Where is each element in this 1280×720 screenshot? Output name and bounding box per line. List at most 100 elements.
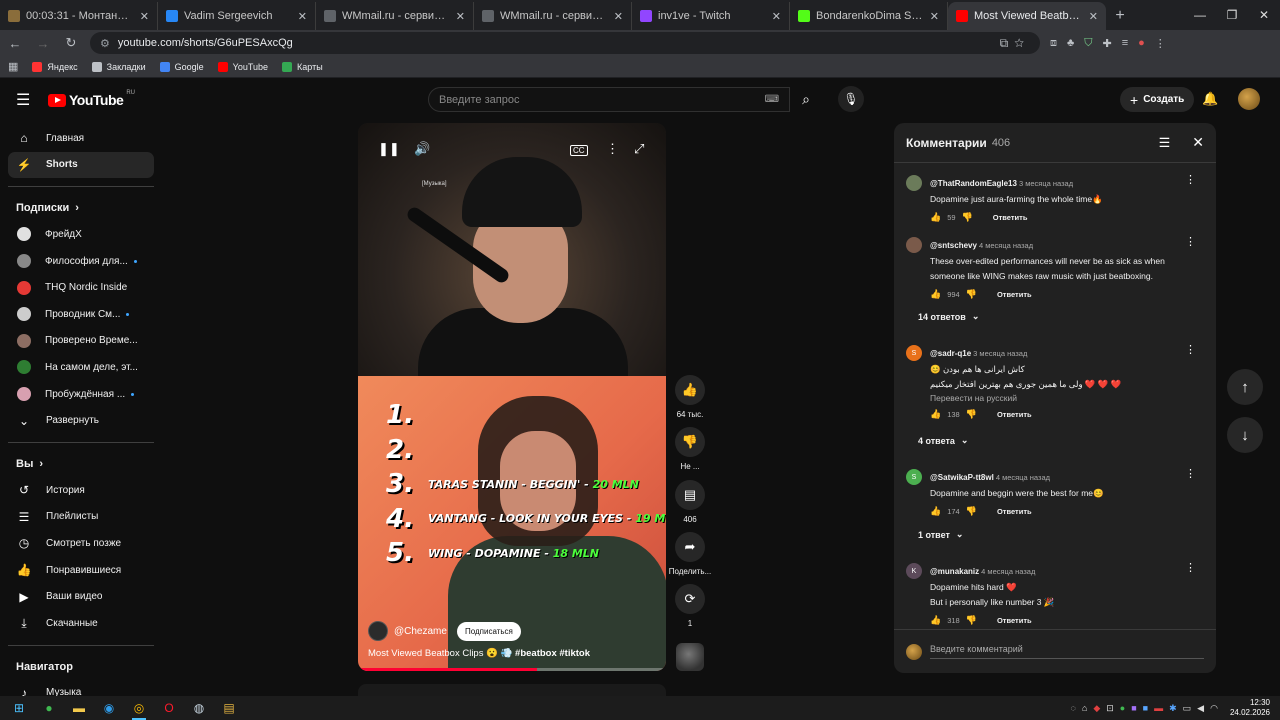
forward-icon[interactable]: →: [34, 36, 52, 51]
browser-tab[interactable]: Vadim Sergeevich ✕: [158, 2, 316, 30]
comments-button[interactable]: ▤: [675, 479, 705, 510]
thumbs-down-icon[interactable]: 👎: [962, 212, 973, 223]
tray-blue-icon[interactable]: ■: [1143, 703, 1148, 713]
translate-link[interactable]: Перевести на русский: [930, 393, 1196, 403]
tab-close-icon[interactable]: ✕: [614, 10, 623, 23]
sidebar-item[interactable]: ◷ Смотреть позже: [8, 530, 154, 557]
bookmark-item[interactable]: Яндекс: [32, 61, 78, 72]
profile-icon[interactable]: ●: [1138, 37, 1145, 50]
comment-time[interactable]: 4 месяца назад: [981, 567, 1035, 576]
captions-icon[interactable]: CC: [570, 145, 588, 156]
like-button[interactable]: 👍: [675, 375, 705, 405]
remix-button[interactable]: ⟳: [675, 584, 705, 615]
comment-time[interactable]: 4 месяца назад: [979, 241, 1033, 250]
shield-extension-icon[interactable]: ⛉: [1084, 37, 1092, 50]
sidebar-item[interactable]: ▶ Ваши видео: [8, 583, 154, 610]
account-avatar[interactable]: [1238, 88, 1260, 110]
subscription-item[interactable]: Проводник См...: [8, 301, 154, 328]
display-icon[interactable]: ▭: [1183, 703, 1192, 714]
extension-icon[interactable]: ♣: [1067, 37, 1074, 50]
sidebar-item[interactable]: ↺ История: [8, 477, 154, 504]
volume-tray-icon[interactable]: ◀: [1197, 703, 1204, 714]
comment-input[interactable]: Введите комментарий: [930, 644, 1204, 659]
bookmark-star-icon[interactable]: ☆: [1014, 36, 1030, 50]
url-text[interactable]: youtube.com/shorts/G6uPESAxcQg: [118, 37, 992, 49]
comment-author[interactable]: @munakaniz: [930, 567, 979, 576]
thumbs-up-icon[interactable]: 👍: [930, 409, 941, 420]
commenter-avatar[interactable]: [906, 175, 922, 191]
dislike-button[interactable]: 👎: [675, 427, 705, 458]
thumbs-down-icon[interactable]: 👎: [966, 409, 977, 420]
commenter-avatar[interactable]: K: [906, 563, 922, 579]
comment-more-icon[interactable]: ⋮: [1185, 561, 1196, 574]
tab-close-icon[interactable]: ✕: [456, 10, 465, 23]
app-green-icon[interactable]: ●: [34, 696, 64, 720]
you-heading[interactable]: Вы ›: [8, 451, 154, 477]
comment-more-icon[interactable]: ⋮: [1185, 467, 1196, 480]
tab-close-icon[interactable]: ✕: [140, 10, 149, 23]
fullscreen-icon[interactable]: ⤢: [634, 141, 644, 157]
edge-icon[interactable]: ◉: [94, 696, 124, 720]
view-replies-button[interactable]: 4 ответа ⌄: [904, 431, 982, 450]
app-layers-icon[interactable]: ▤: [214, 696, 244, 720]
thumbs-up-icon[interactable]: 👍: [930, 289, 941, 300]
subscription-item[interactable]: На самом деле, эт...: [8, 354, 154, 381]
minimize-icon[interactable]: —: [1184, 0, 1216, 30]
tray-network-icon[interactable]: ⊡: [1106, 703, 1114, 714]
site-info-icon[interactable]: ⚙: [100, 37, 110, 50]
system-clock[interactable]: 12:30 24.02.2026: [1230, 698, 1270, 718]
volume-icon[interactable]: 🔊: [414, 141, 430, 157]
subscription-item[interactable]: Философия для...: [8, 248, 154, 275]
tray-green-icon[interactable]: ●: [1120, 703, 1125, 713]
channel-avatar[interactable]: [368, 621, 388, 641]
thumbs-down-icon[interactable]: 👎: [966, 289, 977, 300]
keyboard-icon[interactable]: ⌨: [765, 94, 779, 105]
comments-list[interactable]: @ThatRandomEagle13 3 месяца назад Dopamine…: [894, 165, 1216, 629]
chrome-icon[interactable]: ◎: [124, 696, 154, 720]
translate-extension-icon[interactable]: ⧈: [1050, 37, 1057, 50]
tab-close-icon[interactable]: ✕: [772, 10, 781, 23]
comment-time[interactable]: 3 месяца назад: [1019, 179, 1073, 188]
shorts-video-player[interactable]: ❚❚ 🔊 [Музыка] CC ⋮ ⤢ 1. 2. 3. TARAS STANIN …: [358, 123, 666, 671]
reply-button[interactable]: Ответить: [997, 507, 1032, 516]
thumbs-up-icon[interactable]: 👍: [930, 615, 941, 626]
more-options-icon[interactable]: ⋮: [606, 141, 619, 157]
language-flag-icon[interactable]: ▬: [1154, 703, 1163, 713]
browser-tab[interactable]: Most Viewed Beatbox Clips ✕: [948, 2, 1106, 30]
sidebar-item[interactable]: ⚡ Shorts: [8, 151, 154, 179]
comment-author[interactable]: @sadr-q1e: [930, 349, 971, 358]
next-short-button[interactable]: ↓: [1227, 417, 1263, 453]
subscription-item[interactable]: Проверено Време...: [8, 328, 154, 355]
thumbs-down-icon[interactable]: 👎: [966, 506, 977, 517]
new-tab-button[interactable]: +: [1106, 2, 1134, 30]
guide-menu-icon[interactable]: ☰: [16, 90, 30, 110]
sidebar-item[interactable]: ⤓ Скачанные: [8, 610, 154, 637]
comment-more-icon[interactable]: ⋮: [1185, 235, 1196, 248]
chrome-menu-icon[interactable]: ⋮: [1155, 37, 1166, 50]
youtube-logo[interactable]: YouTube RU: [48, 90, 135, 108]
comment-author[interactable]: @ThatRandomEagle13: [930, 179, 1017, 188]
bluetooth-icon[interactable]: ✱: [1169, 703, 1177, 714]
reply-button[interactable]: Ответить: [997, 290, 1032, 299]
comment-more-icon[interactable]: ⋮: [1185, 343, 1196, 356]
sidebar-item[interactable]: ⌂ Главная: [8, 125, 154, 152]
commenter-avatar[interactable]: S: [906, 345, 922, 361]
share-button[interactable]: ➦: [674, 531, 705, 562]
sidebar-expand[interactable]: ⌄ Развернуть: [8, 407, 154, 434]
previous-short-button[interactable]: ↑: [1227, 369, 1263, 405]
restore-icon[interactable]: ❐: [1216, 0, 1248, 30]
thumbs-down-icon[interactable]: 👎: [966, 615, 977, 626]
tab-close-icon[interactable]: ✕: [1089, 10, 1098, 23]
subscription-item[interactable]: THQ Nordic Inside: [8, 274, 154, 301]
bookmark-item[interactable]: Google: [159, 61, 204, 72]
apps-grid-icon[interactable]: ▦: [8, 60, 18, 73]
video-hashtags[interactable]: #beatbox #tiktok: [515, 648, 590, 659]
create-button[interactable]: + Создать: [1120, 87, 1195, 112]
tray-red-icon[interactable]: ◆: [1093, 703, 1100, 714]
comment-author[interactable]: @SatwikaP-tt8wl: [930, 473, 994, 482]
commenter-avatar[interactable]: S: [906, 469, 922, 485]
browser-tab[interactable]: 00:03:31 - Монтана - The West ✕: [0, 2, 158, 30]
notifications-bell-icon[interactable]: 🔔: [1202, 91, 1218, 107]
comment-more-icon[interactable]: ⋮: [1185, 173, 1196, 186]
search-button[interactable]: ⌕: [790, 87, 822, 112]
